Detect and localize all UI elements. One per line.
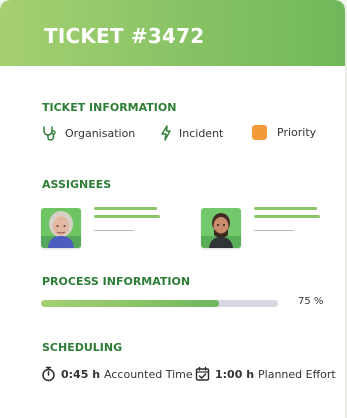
accounted-time-label: Accounted Time bbox=[104, 367, 193, 381]
priority-item: Priority bbox=[252, 125, 316, 140]
assignee-avatar-1[interactable] bbox=[41, 208, 81, 248]
process-progress-fill bbox=[41, 300, 219, 307]
ticket-information-heading: TICKET INFORMATION bbox=[42, 101, 177, 114]
accounted-time-value: 0:45 h bbox=[61, 367, 101, 381]
priority-indicator bbox=[252, 125, 267, 140]
assignee-1-name-line bbox=[94, 207, 157, 210]
assignees-heading: ASSIGNEES bbox=[42, 178, 112, 191]
stethoscope-icon bbox=[41, 125, 57, 141]
ticket-card: TICKET #3472 TICKET INFORMATION Organisa… bbox=[0, 0, 345, 418]
incident-label: Incident bbox=[179, 126, 224, 140]
organisation-item: Organisation bbox=[41, 125, 135, 141]
process-information-heading: PROCESS INFORMATION bbox=[42, 275, 191, 288]
assignee-2-name-line bbox=[254, 207, 317, 210]
planned-effort-item: 1:00 h Planned Effort bbox=[195, 366, 336, 382]
calendar-check-icon bbox=[195, 366, 210, 382]
assignee-2-role-line bbox=[254, 215, 320, 218]
assignee-avatar-2[interactable] bbox=[201, 208, 241, 248]
process-progress-text: 75 % bbox=[298, 296, 324, 307]
process-progress-bar bbox=[41, 300, 278, 307]
assignee-2-meta-line bbox=[254, 230, 294, 231]
planned-effort-label: Planned Effort bbox=[258, 367, 336, 381]
ticket-header: TICKET #3472 bbox=[0, 0, 345, 66]
ticket-title: TICKET #3472 bbox=[44, 24, 205, 48]
bolt-icon bbox=[160, 125, 172, 141]
ticket-page: TICKET #3472 TICKET INFORMATION Organisa… bbox=[0, 0, 347, 418]
scheduling-heading: SCHEDULING bbox=[42, 341, 123, 354]
planned-effort-value: 1:00 h bbox=[215, 367, 255, 381]
incident-item: Incident bbox=[160, 125, 223, 141]
organisation-label: Organisation bbox=[65, 126, 136, 140]
assignee-1-meta-line bbox=[94, 230, 134, 231]
stopwatch-icon bbox=[41, 366, 56, 382]
accounted-time-item: 0:45 h Accounted Time bbox=[41, 366, 193, 382]
priority-label: Priority bbox=[277, 126, 317, 139]
assignee-1-role-line bbox=[94, 215, 160, 218]
